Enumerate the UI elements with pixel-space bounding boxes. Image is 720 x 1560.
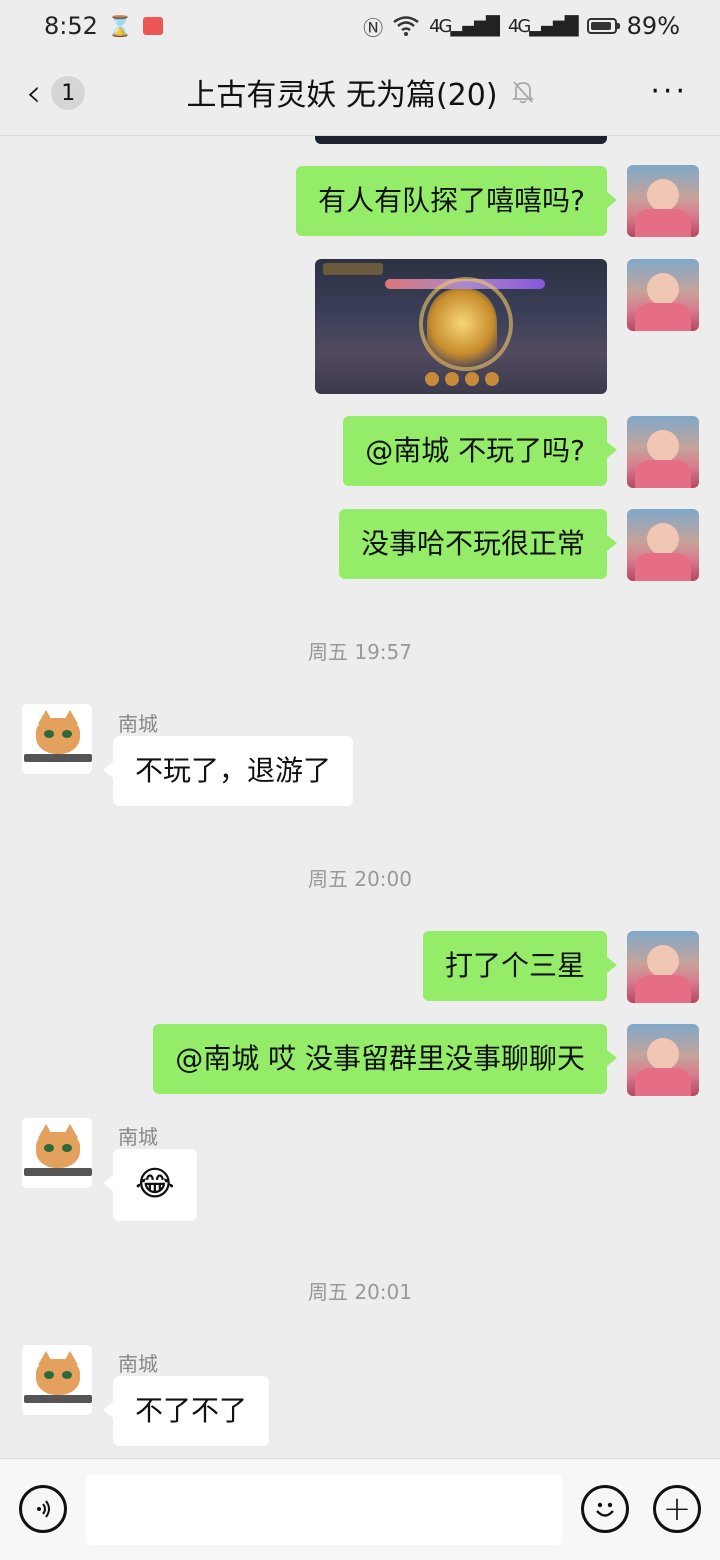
nfc-icon: Ⓝ: [363, 15, 384, 40]
message-image-partial[interactable]: [315, 136, 607, 144]
smile-icon: [596, 1502, 614, 1517]
message-image[interactable]: [315, 259, 607, 394]
voice-button[interactable]: [19, 1485, 67, 1533]
timestamp: 周五 19:57: [308, 640, 412, 664]
battery-icon: [586, 18, 620, 34]
message-bubble-mine[interactable]: 有人有队探了嘻嘻吗?: [296, 166, 617, 236]
chat-area[interactable]: 有人有队探了嘻嘻吗? @南城 不玩了吗? 没事哈不玩很正常 周五 19:57 南…: [0, 136, 720, 1458]
my-avatar[interactable]: [627, 259, 699, 331]
plus-button[interactable]: +: [653, 1485, 701, 1533]
input-bar: +: [0, 1458, 720, 1560]
voice-icon: [37, 1500, 50, 1518]
my-avatar[interactable]: [627, 165, 699, 237]
battery-text: 89%: [626, 12, 680, 40]
message-bubble-theirs[interactable]: 不了不了: [102, 1376, 270, 1446]
app-icon: [142, 17, 163, 35]
my-avatar[interactable]: [627, 509, 699, 581]
message-bubble-mine[interactable]: @南城 哎 没事留群里没事聊聊天: [153, 1024, 617, 1094]
bell-off-icon: [511, 81, 534, 104]
status-time: 8:52: [44, 12, 98, 40]
back-button[interactable]: ‹ 1: [26, 71, 86, 115]
sender-name: 南城: [118, 712, 158, 736]
wifi-icon: [393, 16, 419, 36]
more-button[interactable]: ···: [650, 74, 688, 109]
status-left: 8:52 ⌛: [44, 12, 163, 40]
message-bubble-theirs[interactable]: 😂: [103, 1149, 197, 1221]
my-avatar[interactable]: [627, 931, 699, 1003]
timestamp: 周五 20:00: [308, 867, 412, 891]
message-bubble-mine[interactable]: @南城 不玩了吗?: [343, 416, 617, 486]
emoji-button[interactable]: [581, 1485, 629, 1533]
contact-avatar[interactable]: [21, 1117, 93, 1189]
hourglass-icon: ⌛: [107, 14, 133, 38]
message-input[interactable]: [86, 1475, 562, 1545]
message-bubble-theirs[interactable]: 不玩了，退游了: [102, 736, 354, 806]
signal-icon: 4G▂▄▆█: [429, 15, 500, 37]
my-avatar[interactable]: [627, 1024, 699, 1096]
chevron-left-icon: ‹: [26, 71, 42, 115]
sender-name: 南城: [118, 1125, 158, 1149]
signal-icon-2: 4G▂▄▆█: [507, 15, 579, 37]
unread-badge: 1: [51, 76, 86, 110]
title-wrap: 上古有灵妖 无为篇(20): [0, 70, 720, 114]
chat-title: 上古有灵妖 无为篇(20): [186, 78, 498, 113]
timestamp: 周五 20:01: [308, 1280, 412, 1304]
plus-icon: +: [662, 1489, 692, 1529]
sender-name: 南城: [118, 1352, 158, 1376]
my-avatar[interactable]: [627, 416, 699, 488]
status-right: Ⓝ 4G▂▄▆█ 4G▂▄▆█ 89%: [363, 12, 680, 41]
chat-header: ‹ 1 上古有灵妖 无为篇(20) ···: [0, 52, 720, 136]
tears-of-joy-emoji: 😂: [135, 1164, 175, 1204]
status-bar: 8:52 ⌛ Ⓝ 4G▂▄▆█ 4G▂▄▆█ 89%: [0, 0, 720, 52]
contact-avatar[interactable]: [21, 1344, 93, 1416]
message-bubble-mine[interactable]: 没事哈不玩很正常: [338, 509, 618, 579]
message-bubble-mine[interactable]: 打了个三星: [422, 931, 618, 1001]
contact-avatar[interactable]: [21, 703, 93, 775]
